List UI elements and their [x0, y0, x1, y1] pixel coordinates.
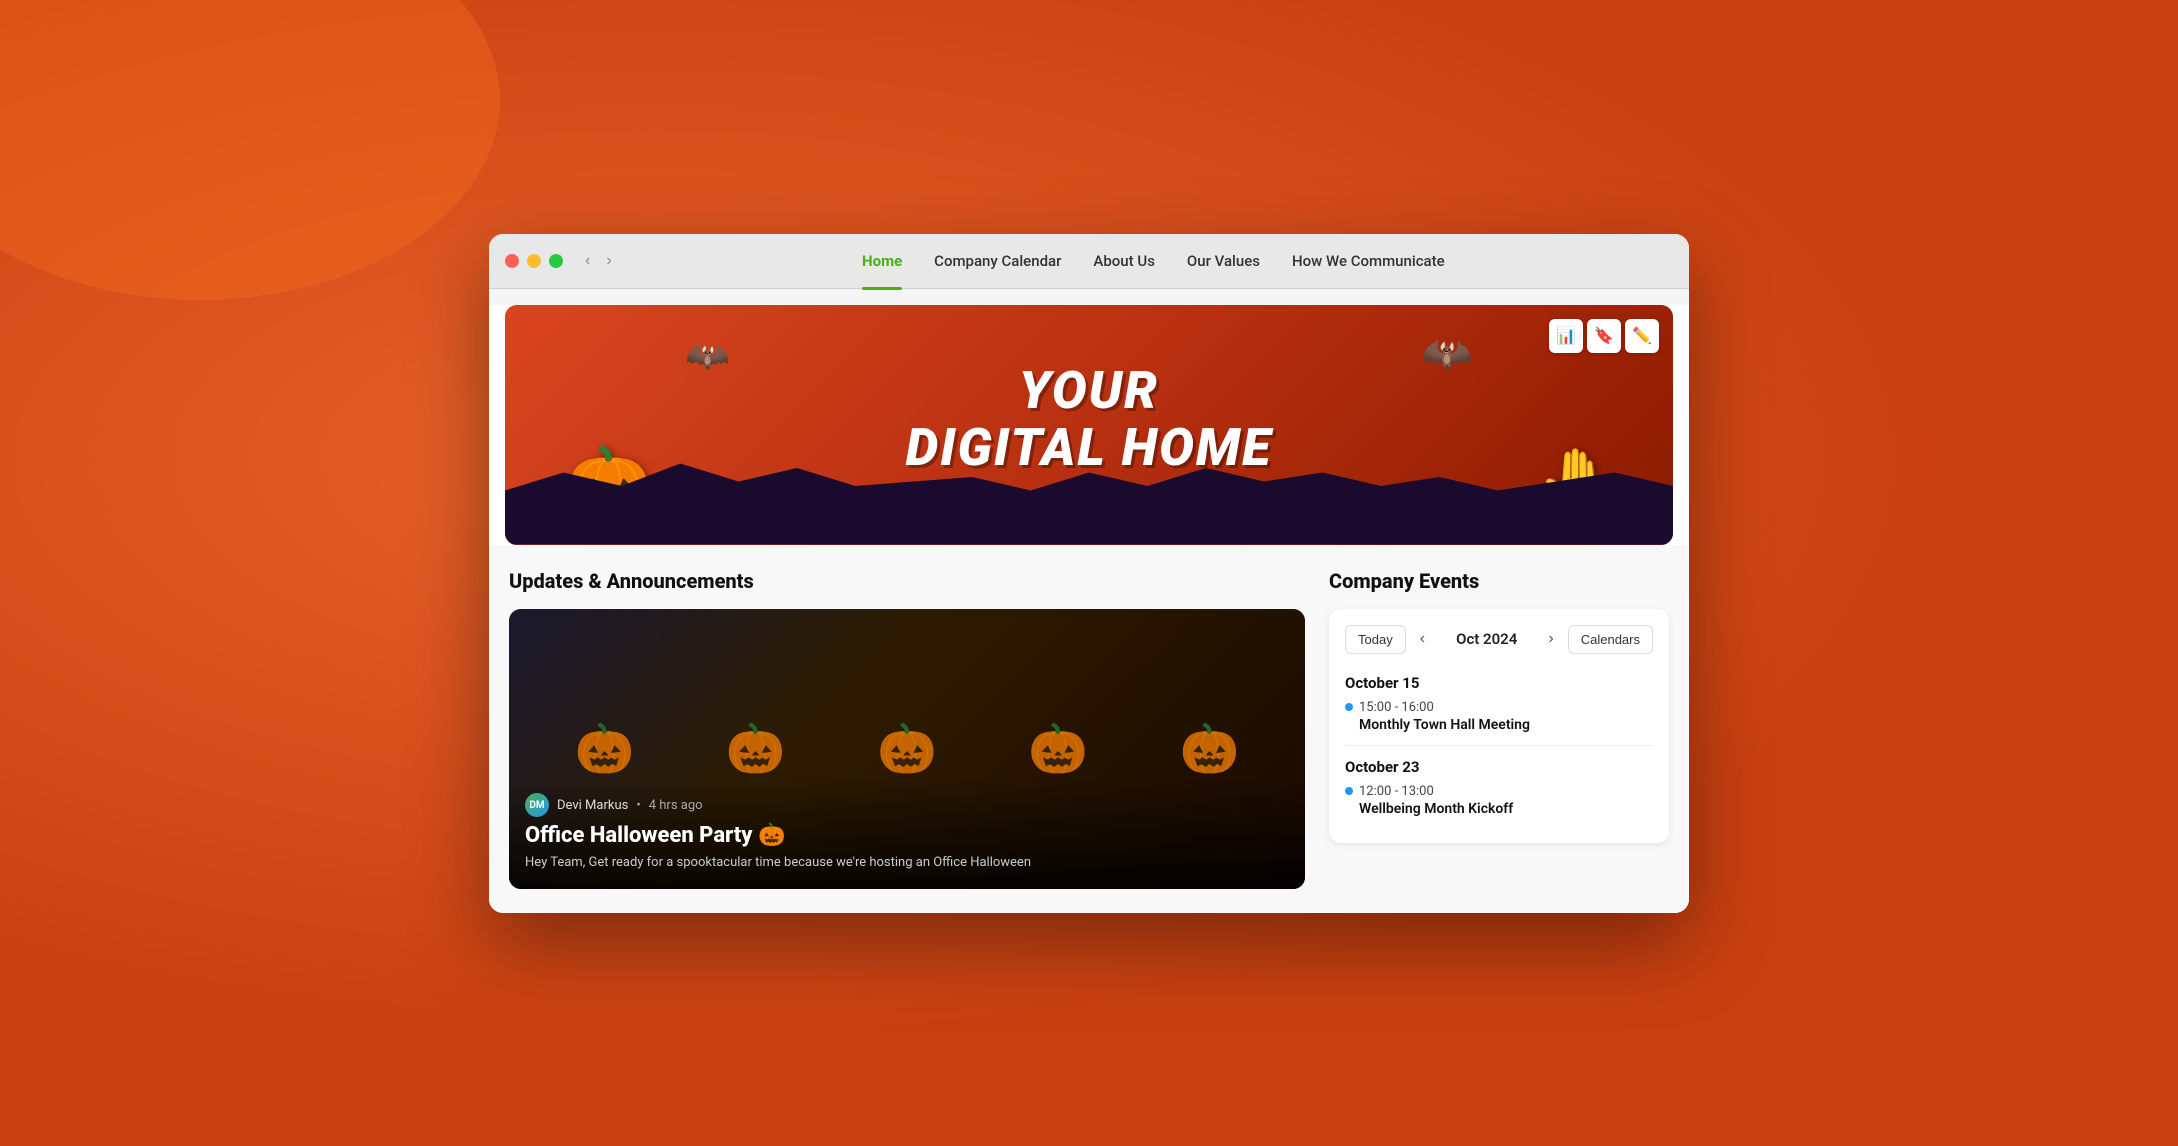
navigation-bar: Home Company Calendar About Us Our Value…: [634, 246, 1673, 276]
hero-title-line1: Your: [906, 362, 1273, 419]
bat-left-icon: 🦇: [685, 335, 730, 377]
calendar-nav: Today ‹ Oct 2024 › Calendars: [1345, 625, 1653, 654]
event-time-town-hall: 15:00 - 16:00: [1345, 700, 1653, 715]
calendar-month-label: Oct 2024: [1439, 630, 1534, 648]
forward-button[interactable]: ›: [600, 250, 617, 272]
author-time: •: [636, 798, 640, 813]
event-name-town-hall: Monthly Town Hall Meeting: [1359, 717, 1653, 733]
article-author-row: DM Devi Markus • 4 hrs ago: [525, 793, 1289, 817]
events-panel: Today ‹ Oct 2024 › Calendars October 15: [1329, 609, 1669, 843]
browser-content: 🦇 🦇 🎃 🤚 Your Digital Home 📊 🔖 ✏️: [489, 305, 1689, 913]
article-time-ago: 4 hrs ago: [649, 798, 703, 813]
main-layout: Updates & Announcements 🎃 🎃 🎃 🎃 🎃: [489, 545, 1689, 913]
traffic-light-green[interactable]: [549, 254, 563, 268]
event-dot-town-hall: [1345, 703, 1353, 711]
article-pumpkin-1: 🎃: [575, 720, 635, 777]
article-pumpkin-5: 🎃: [1179, 720, 1239, 777]
edit-button[interactable]: ✏️: [1625, 319, 1659, 353]
right-column: Company Events Today ‹ Oct 2024 › Calend…: [1329, 569, 1669, 889]
hero-banner: 🦇 🦇 🎃 🤚 Your Digital Home 📊 🔖 ✏️: [505, 305, 1673, 545]
calendar-today-button[interactable]: Today: [1345, 625, 1406, 654]
hero-toolbar: 📊 🔖 ✏️: [1549, 319, 1659, 353]
event-time-wellbeing: 12:00 - 13:00: [1345, 784, 1653, 799]
event-date-oct15: October 15: [1345, 674, 1653, 692]
author-avatar: DM: [525, 793, 549, 817]
nav-item-our-values[interactable]: Our Values: [1187, 246, 1260, 276]
event-time-label-town-hall: 15:00 - 16:00: [1359, 700, 1434, 715]
bookmark-icon: 🔖: [1594, 326, 1614, 346]
traffic-lights: [505, 254, 563, 268]
back-button[interactable]: ‹: [579, 250, 596, 272]
article-excerpt: Hey Team, Get ready for a spooktacular t…: [525, 854, 1289, 872]
nav-item-company-calendar[interactable]: Company Calendar: [934, 246, 1061, 276]
events-section-title: Company Events: [1329, 569, 1669, 593]
calendars-button[interactable]: Calendars: [1568, 625, 1653, 654]
nav-item-how-we-communicate[interactable]: How We Communicate: [1292, 246, 1445, 276]
browser-window: ‹ › Home Company Calendar About Us Our V…: [489, 234, 1689, 913]
author-name: Devi Markus: [557, 798, 628, 813]
article-card[interactable]: 🎃 🎃 🎃 🎃 🎃 DM Devi Markus • 4 hrs ag: [509, 609, 1305, 889]
event-date-oct23: October 23: [1345, 758, 1653, 776]
event-item-town-hall[interactable]: 15:00 - 16:00 Monthly Town Hall Meeting: [1345, 700, 1653, 733]
updates-section-title: Updates & Announcements: [509, 569, 1305, 593]
article-pumpkin-3: 🎃: [877, 720, 937, 777]
events-list: October 15 15:00 - 16:00 Monthly Town Ha…: [1345, 674, 1653, 817]
event-dot-wellbeing: [1345, 787, 1353, 795]
event-divider: [1345, 745, 1653, 746]
hero-title-line2: Digital Home: [906, 419, 1273, 476]
browser-chrome: ‹ › Home Company Calendar About Us Our V…: [489, 234, 1689, 289]
article-pumpkin-2: 🎃: [726, 720, 786, 777]
traffic-light-yellow[interactable]: [527, 254, 541, 268]
calendar-next-button[interactable]: ›: [1542, 626, 1559, 652]
event-time-label-wellbeing: 12:00 - 13:00: [1359, 784, 1434, 799]
nav-item-about-us[interactable]: About Us: [1093, 246, 1155, 276]
nav-item-home[interactable]: Home: [862, 246, 902, 276]
analytics-button[interactable]: 📊: [1549, 319, 1583, 353]
nav-arrows: ‹ ›: [579, 250, 618, 272]
traffic-light-red[interactable]: [505, 254, 519, 268]
edit-icon: ✏️: [1632, 326, 1652, 346]
event-item-wellbeing[interactable]: 12:00 - 13:00 Wellbeing Month Kickoff: [1345, 784, 1653, 817]
chart-icon: 📊: [1556, 326, 1576, 346]
article-overlay: DM Devi Markus • 4 hrs ago Office Hallow…: [509, 777, 1305, 888]
event-name-wellbeing: Wellbeing Month Kickoff: [1359, 801, 1653, 817]
left-column: Updates & Announcements 🎃 🎃 🎃 🎃 🎃: [509, 569, 1305, 889]
bat-right-icon: 🦇: [1421, 330, 1473, 379]
bookmark-button[interactable]: 🔖: [1587, 319, 1621, 353]
article-pumpkin-4: 🎃: [1028, 720, 1088, 777]
article-title: Office Halloween Party 🎃: [525, 823, 1289, 848]
calendar-prev-button[interactable]: ‹: [1414, 626, 1431, 652]
hero-title: Your Digital Home: [906, 362, 1273, 476]
